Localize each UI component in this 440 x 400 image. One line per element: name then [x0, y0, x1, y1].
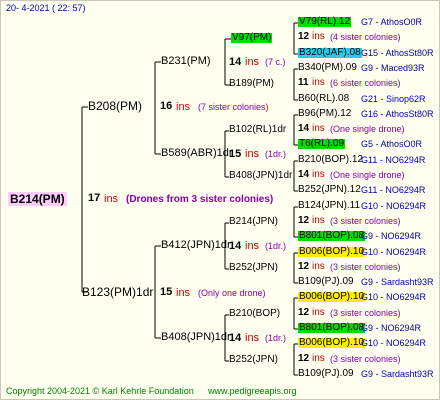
- leaf-ins-label: ins: [312, 77, 325, 88]
- leaf-queen[interactable]: B006(BOP).10: [298, 338, 366, 348]
- site-link[interactable]: www.pedigreeapis.org: [208, 387, 297, 396]
- leaf-drone-note: (6 sister colonies): [330, 78, 401, 88]
- gen2-node-4[interactable]: B408(JPN)1dr: [161, 332, 231, 343]
- leaf-queen[interactable]: B006(BOP).10: [298, 292, 366, 302]
- leaf-queen[interactable]: B006(BOP).10: [298, 247, 366, 257]
- leaf-separation-count: 12: [298, 261, 310, 272]
- gen2-node-1[interactable]: B231(PM): [161, 56, 211, 67]
- leaf-separation-count: 14: [298, 169, 310, 180]
- leaf-separation-count: 11: [298, 77, 309, 88]
- leaf-queen[interactable]: B210(BOP).12: [298, 155, 363, 165]
- leaf-ins-label: ins: [312, 307, 325, 318]
- root-separation-count: 17: [88, 192, 101, 204]
- leaf-origin-badge: G9 - Sardasht93R: [361, 277, 434, 287]
- gen2-node-4-note: (1dr.): [265, 333, 287, 343]
- leaf-ins-label: ins: [312, 31, 325, 42]
- gen3-node-3[interactable]: B102(RL)1dr: [229, 125, 286, 135]
- leaf-drone-note: (3 sister colonies): [330, 354, 401, 364]
- gen3-node-5[interactable]: B214(JPN): [229, 217, 278, 227]
- gen1-dam-count: 15: [160, 286, 173, 298]
- leaf-drone-note: (3 sister colonies): [330, 216, 401, 226]
- leaf-origin-badge: G9 - NO6294R: [361, 231, 422, 241]
- gen3-node-8[interactable]: B252(JPN): [229, 355, 278, 365]
- gen1-dam-note: (Only one drone): [198, 288, 266, 298]
- gen2-node-3[interactable]: B412(JPN)1dr: [161, 240, 231, 251]
- leaf-origin-badge: G21 - Sinop62R: [361, 94, 426, 104]
- leaf-separation-count: 12: [298, 307, 310, 318]
- leaf-ins-label: ins: [312, 169, 325, 180]
- leaf-origin-badge: G10 - NO6294R: [361, 247, 427, 257]
- copyright-notice: Copyright 2004-2021 © Karl Kehrle Founda…: [6, 386, 194, 396]
- leaf-origin-badge: G9 - Sardasht93R: [361, 369, 434, 379]
- leaf-queen[interactable]: T6(RL).09: [298, 139, 346, 149]
- leaf-queen[interactable]: B801(BOP).08: [298, 323, 366, 333]
- leaf-origin-badge: G15 - AthosSt80R: [361, 48, 434, 58]
- leaf-origin-badge: G9 - Maced93R: [361, 63, 425, 73]
- leaf-queen[interactable]: V79(RL).12: [298, 17, 352, 27]
- leaf-origin-badge: G10 - NO6294R: [361, 292, 427, 302]
- gen1-sire[interactable]: B208(PM): [88, 100, 142, 112]
- leaf-separation-count: 12: [298, 215, 310, 226]
- report-timestamp: 20- 4-2021 ( 22: 57): [6, 3, 86, 13]
- leaf-drone-note: (3 sister colonies): [330, 262, 401, 272]
- leaf-origin-badge: G9 - NO6294R: [361, 323, 422, 333]
- leaf-ins-label: ins: [312, 261, 325, 272]
- leaf-origin-badge: G7 - AthosO0R: [361, 17, 423, 27]
- gen3-node-2[interactable]: B189(PM): [229, 79, 274, 89]
- leaf-ins-label: ins: [312, 123, 325, 134]
- gen2-node-4-ins: ins: [245, 332, 260, 344]
- gen2-node-1-note: (7 c.): [265, 57, 286, 67]
- gen2-node-4-count: 14: [229, 332, 242, 344]
- leaf-separation-count: 12: [298, 31, 310, 42]
- leaf-drone-note: (One single drone): [330, 124, 405, 134]
- gen2-node-1-count: 14: [229, 56, 242, 68]
- gen3-node-1[interactable]: V97(PM): [231, 33, 273, 43]
- leaf-queen[interactable]: B96(PM).12: [298, 109, 351, 119]
- leaf-origin-badge: G10 - NO6294R: [361, 201, 427, 211]
- gen1-dam[interactable]: B123(PM)1dr: [82, 286, 153, 298]
- leaf-queen[interactable]: B109(PJ).09: [298, 369, 354, 379]
- leaf-origin-badge: G11 - NO6294R: [361, 155, 426, 165]
- leaf-drone-note: (One single drone): [330, 170, 405, 180]
- gen2-node-1-ins: ins: [245, 56, 260, 68]
- leaf-ins-label: ins: [312, 353, 325, 364]
- leaf-separation-count: 14: [298, 123, 310, 134]
- leaf-queen[interactable]: B252(JPN).12: [298, 185, 361, 195]
- gen1-sire-ins: ins: [176, 101, 191, 113]
- leaf-queen[interactable]: B801(BOP).08: [298, 231, 366, 241]
- root-drone-note: (Drones from 3 sister colonies): [126, 194, 274, 205]
- gen2-node-3-note: (1dr.): [265, 241, 287, 251]
- leaf-queen[interactable]: B60(RL).08: [298, 94, 349, 104]
- leaf-queen[interactable]: B320(JAF).08: [298, 48, 362, 58]
- gen2-node-3-count: 14: [229, 240, 242, 252]
- gen3-node-7[interactable]: B210(BOP): [229, 309, 280, 319]
- leaf-drone-note: (3 sister colonies): [330, 308, 401, 318]
- gen1-sire-note: (7 sister colonies): [198, 102, 269, 112]
- gen1-dam-ins: ins: [176, 287, 191, 299]
- root-queen[interactable]: B214(PM): [8, 192, 67, 206]
- gen2-node-2-ins: ins: [245, 148, 260, 160]
- leaf-queen[interactable]: B124(JPN).11: [298, 201, 360, 211]
- leaf-queen[interactable]: B340(PM).09: [298, 63, 357, 73]
- leaf-ins-label: ins: [312, 215, 325, 226]
- gen2-node-2-count: 15: [229, 148, 242, 160]
- gen1-sire-count: 16: [160, 100, 173, 112]
- leaf-drone-note: (4 sister colonies): [330, 32, 401, 42]
- gen3-node-6[interactable]: B252(JPN): [229, 263, 278, 273]
- gen3-node-4[interactable]: B408(JPN)1dr: [229, 171, 292, 181]
- gen2-node-2-note: (1dr.): [265, 149, 287, 159]
- root-ins-label: ins: [104, 193, 119, 205]
- leaf-separation-count: 12: [298, 353, 310, 364]
- leaf-origin-badge: G5 - AthosO0R: [361, 139, 423, 149]
- leaf-origin-badge: G10 - NO6294R: [361, 338, 427, 348]
- leaf-origin-badge: G16 - AthosSt80R: [361, 109, 434, 119]
- leaf-origin-badge: G11 - NO6294R: [361, 185, 426, 195]
- leaf-queen[interactable]: B109(PJ).09: [298, 277, 354, 287]
- gen2-node-3-ins: ins: [245, 240, 260, 252]
- gen2-node-2[interactable]: B589(ABR)1dr: [161, 148, 233, 159]
